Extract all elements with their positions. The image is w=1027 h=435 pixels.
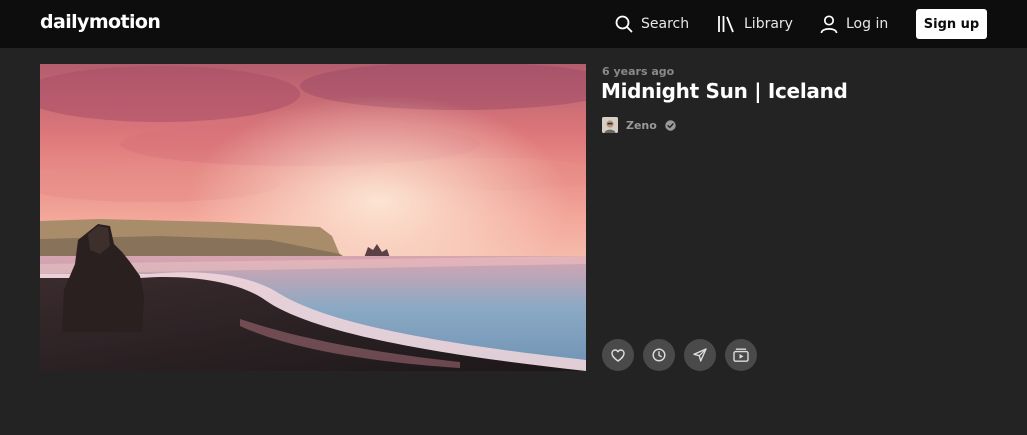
add-to-playlist-button[interactable] bbox=[725, 339, 757, 371]
library-button[interactable]: Library bbox=[717, 0, 793, 48]
share-icon bbox=[693, 348, 707, 362]
like-button[interactable] bbox=[602, 339, 634, 371]
playlist-icon bbox=[733, 348, 749, 362]
search-button[interactable]: Search bbox=[615, 0, 689, 48]
video-thumbnail[interactable] bbox=[40, 64, 586, 371]
search-label: Search bbox=[641, 16, 690, 32]
share-button[interactable] bbox=[684, 339, 716, 371]
channel-link[interactable]: Zeno bbox=[602, 117, 676, 133]
channel-name: Zeno bbox=[626, 118, 657, 132]
watch-later-button[interactable] bbox=[643, 339, 675, 371]
verified-icon bbox=[665, 119, 676, 131]
search-icon bbox=[615, 15, 633, 33]
login-button[interactable]: Log in bbox=[820, 0, 888, 48]
signup-button[interactable]: Sign up bbox=[916, 9, 987, 39]
clock-icon bbox=[652, 348, 666, 362]
heart-icon bbox=[611, 348, 625, 362]
upload-age: 6 years ago bbox=[602, 65, 675, 78]
library-icon bbox=[718, 16, 734, 33]
dailymotion-logo[interactable]: dailymotion bbox=[40, 11, 161, 33]
avatar bbox=[602, 117, 618, 133]
video-title: Midnight Sun | Iceland bbox=[601, 79, 848, 103]
login-label: Log in bbox=[846, 16, 889, 32]
video-actions bbox=[602, 339, 757, 371]
library-label: Library bbox=[744, 16, 793, 32]
top-bar: dailymotion Search Library Log in Sign u… bbox=[0, 0, 1027, 48]
user-icon bbox=[820, 14, 838, 33]
